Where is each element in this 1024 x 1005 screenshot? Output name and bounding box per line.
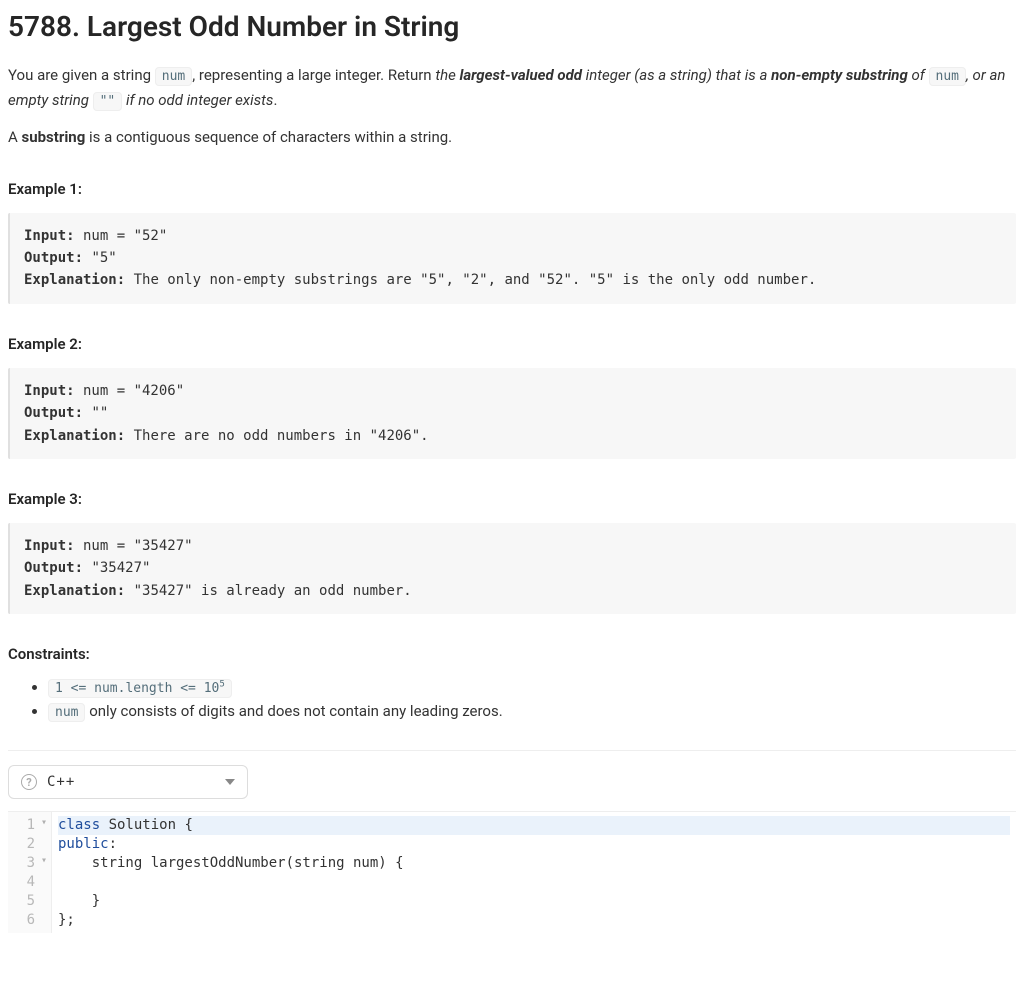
help-icon[interactable]: ? <box>21 774 37 790</box>
text: , representing a large integer. Return <box>192 66 435 84</box>
inline-code-num: num <box>48 703 85 722</box>
example-input-label: Input: <box>24 538 75 554</box>
code-line[interactable] <box>58 873 1010 892</box>
inline-code-constraint: 1 <= num.length <= 105 <box>48 679 232 698</box>
example-explanation-label: Explanation: <box>24 272 125 288</box>
code-line[interactable]: public: <box>58 835 1010 854</box>
inline-code-num: num <box>155 67 192 86</box>
divider <box>8 750 1016 751</box>
example-block: Input: num = "35427" Output: "35427" Exp… <box>8 523 1016 614</box>
example-heading: Example 3: <box>8 487 1016 511</box>
code-line[interactable]: class Solution { <box>58 816 1010 835</box>
problem-paragraph-2: A substring is a contiguous sequence of … <box>8 125 1016 149</box>
text: You are given a string <box>8 66 155 84</box>
example-input-label: Input: <box>24 228 75 244</box>
editor-gutter: 123456 <box>8 812 52 933</box>
text-italic: integer (as a string) that is a <box>582 66 771 84</box>
line-number: 2 <box>8 835 45 854</box>
line-number: 1 <box>8 816 45 835</box>
problem-paragraph-1: You are given a string num, representing… <box>8 63 1016 113</box>
example-block: Input: num = "4206" Output: "" Explanati… <box>8 368 1016 459</box>
example-output-label: Output: <box>24 560 83 576</box>
problem-title: 5788. Largest Odd Number in String <box>8 10 1016 43</box>
code-token: { <box>184 817 192 833</box>
code-token: }; <box>58 912 75 928</box>
language-selector[interactable]: ? C++ <box>8 765 248 799</box>
code-token: string largestOddNumber(string num) { <box>58 855 404 871</box>
constraint-item: 1 <= num.length <= 105 <box>48 678 1016 696</box>
constraint-item: num only consists of digits and does not… <box>48 702 1016 720</box>
code-editor[interactable]: 123456 class Solution {public: string la… <box>8 811 1016 933</box>
text: 1 <= num.length <= 10 <box>55 681 219 696</box>
text: only consists of digits and does not con… <box>85 702 502 720</box>
example-explanation-label: Explanation: <box>24 428 125 444</box>
text-italic: if no odd integer exists <box>122 91 273 109</box>
code-token: public <box>58 836 109 852</box>
code-line[interactable]: } <box>58 892 1010 911</box>
code-line[interactable]: string largestOddNumber(string num) { <box>58 854 1010 873</box>
code-token <box>58 874 125 890</box>
constraints-list: 1 <= num.length <= 105 num only consists… <box>8 678 1016 720</box>
language-label: C++ <box>47 774 75 790</box>
text-bold: substring <box>22 128 86 146</box>
line-number: 6 <box>8 911 45 930</box>
line-number: 3 <box>8 854 45 873</box>
code-token: class <box>58 817 109 833</box>
code-token: } <box>58 893 100 909</box>
code-line[interactable]: }; <box>58 911 1010 930</box>
text-sup: 5 <box>219 680 224 690</box>
line-number: 5 <box>8 892 45 911</box>
example-output-label: Output: <box>24 405 83 421</box>
text: is a contiguous sequence of characters w… <box>85 128 452 146</box>
text-bold-italic: largest-valued odd <box>459 66 582 84</box>
text-italic: of <box>908 66 929 84</box>
code-token: : <box>109 836 117 852</box>
example-block: Input: num = "52" Output: "5" Explanatio… <box>8 213 1016 304</box>
constraints-heading: Constraints: <box>8 642 1016 666</box>
example-heading: Example 2: <box>8 332 1016 356</box>
example-input-label: Input: <box>24 383 75 399</box>
editor-code-area[interactable]: class Solution {public: string largestOd… <box>52 812 1016 933</box>
line-number: 4 <box>8 873 45 892</box>
text-italic: the <box>435 66 459 84</box>
text-bold-italic: non-empty substring <box>771 66 908 84</box>
chevron-down-icon <box>225 779 235 785</box>
text: . <box>273 91 277 109</box>
example-output-label: Output: <box>24 250 83 266</box>
example-explanation-label: Explanation: <box>24 583 125 599</box>
inline-code-empty: "" <box>93 92 123 111</box>
example-heading: Example 1: <box>8 177 1016 201</box>
text: A <box>8 128 22 146</box>
inline-code-num: num <box>929 67 966 86</box>
code-token: Solution <box>109 817 185 833</box>
